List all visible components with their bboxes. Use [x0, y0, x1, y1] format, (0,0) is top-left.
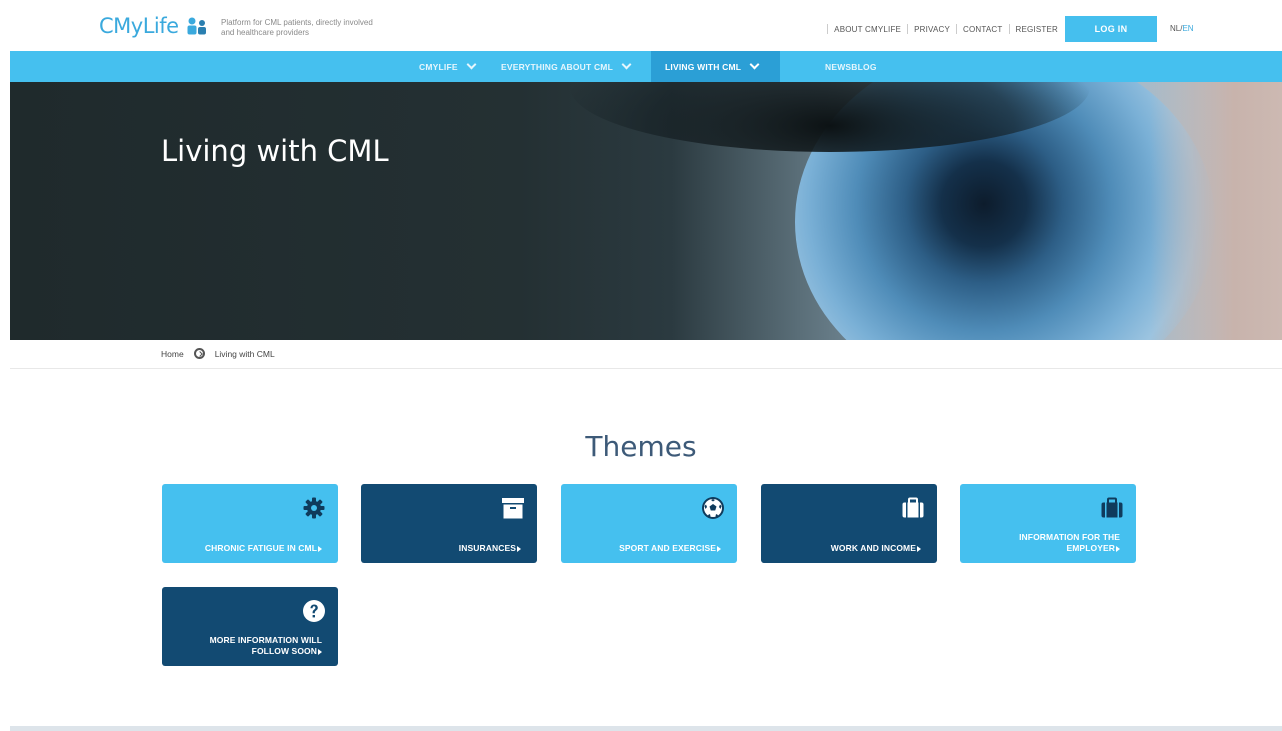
theme-tile-more-information[interactable]: MORE INFORMATION WILL FOLLOW SOON — [162, 587, 338, 666]
divider — [827, 24, 829, 34]
tile-label: INSURANCES — [459, 543, 521, 554]
nav-item-everything-about-cml[interactable]: EVERYTHING ABOUT CML — [501, 51, 632, 82]
briefcase-icon — [1100, 496, 1124, 520]
theme-tile-sport-exercise[interactable]: SPORT AND EXERCISE — [561, 484, 737, 563]
about-link[interactable]: ABOUT CMYLIFE — [834, 25, 901, 34]
skin-shade — [1150, 82, 1282, 340]
nav-label: LIVING WITH CML — [665, 61, 742, 72]
lang-en-link[interactable]: EN — [1182, 24, 1193, 33]
footer-bar — [10, 726, 1282, 731]
hero-banner: Living with CML — [10, 82, 1282, 340]
nav-label: EVERYTHING ABOUT CML — [501, 61, 613, 72]
nav-item-newsblog[interactable]: NEWSBLOG — [825, 51, 877, 82]
theme-tile-chronic-fatigue[interactable]: CHRONIC FATIGUE IN CML — [162, 484, 338, 563]
divider — [10, 368, 1282, 369]
logo[interactable]: CMyLife — [99, 14, 209, 38]
tile-label: INFORMATION FOR THE EMPLOYER — [990, 532, 1120, 554]
themes-heading: Themes — [585, 430, 697, 463]
question-icon — [302, 599, 326, 623]
tile-label: CHRONIC FATIGUE IN CML — [205, 543, 322, 554]
login-button[interactable]: LOG IN — [1065, 16, 1157, 42]
divider — [1008, 24, 1010, 34]
theme-tile-insurances[interactable]: INSURANCES — [361, 484, 537, 563]
chevron-down-icon — [621, 59, 632, 70]
nav-label: CMYLIFE — [419, 61, 458, 72]
tile-label: MORE INFORMATION WILL FOLLOW SOON — [182, 635, 322, 657]
nav-label: NEWSBLOG — [825, 61, 877, 72]
gear-icon — [302, 496, 326, 520]
breadcrumb-home[interactable]: Home — [161, 349, 184, 359]
tile-label: WORK AND INCOME — [831, 543, 921, 554]
theme-tile-work-income[interactable]: WORK AND INCOME — [761, 484, 937, 563]
breadcrumb-current: Living with CML — [214, 348, 275, 359]
privacy-link[interactable]: PRIVACY — [914, 25, 950, 34]
briefcase-icon — [901, 496, 925, 520]
chevron-right-circle-icon — [193, 348, 205, 359]
contact-link[interactable]: CONTACT — [963, 25, 1002, 34]
tile-label: SPORT AND EXERCISE — [619, 543, 721, 554]
soccer-ball-icon — [701, 496, 725, 520]
page-title: Living with CML — [161, 134, 389, 168]
top-bar: CMyLife Platform for CML patients, direc… — [0, 0, 1282, 52]
archive-box-icon — [501, 496, 525, 520]
logo-text: CMyLife — [99, 14, 179, 38]
utility-nav: ABOUT CMYLIFE PRIVACY CONTACT REGISTER — [821, 24, 1058, 34]
chevron-down-icon — [749, 59, 760, 70]
nav-item-living-with-cml[interactable]: LIVING WITH CML — [651, 51, 780, 82]
people-icon — [185, 16, 209, 36]
register-link[interactable]: REGISTER — [1016, 25, 1059, 34]
tagline: Platform for CML patients, directly invo… — [221, 18, 373, 37]
breadcrumb: Home Living with CML — [161, 348, 275, 359]
language-switcher: NL/EN — [1170, 24, 1194, 33]
divider — [907, 24, 909, 34]
main-nav: CMYLIFE EVERYTHING ABOUT CML LIVING WITH… — [10, 51, 1282, 82]
divider — [956, 24, 958, 34]
nav-item-cmylife[interactable]: CMYLIFE — [419, 51, 477, 82]
theme-tile-information-employer[interactable]: INFORMATION FOR THE EMPLOYER — [960, 484, 1136, 563]
chevron-down-icon — [466, 59, 477, 70]
lang-nl-link[interactable]: NL — [1170, 24, 1180, 33]
